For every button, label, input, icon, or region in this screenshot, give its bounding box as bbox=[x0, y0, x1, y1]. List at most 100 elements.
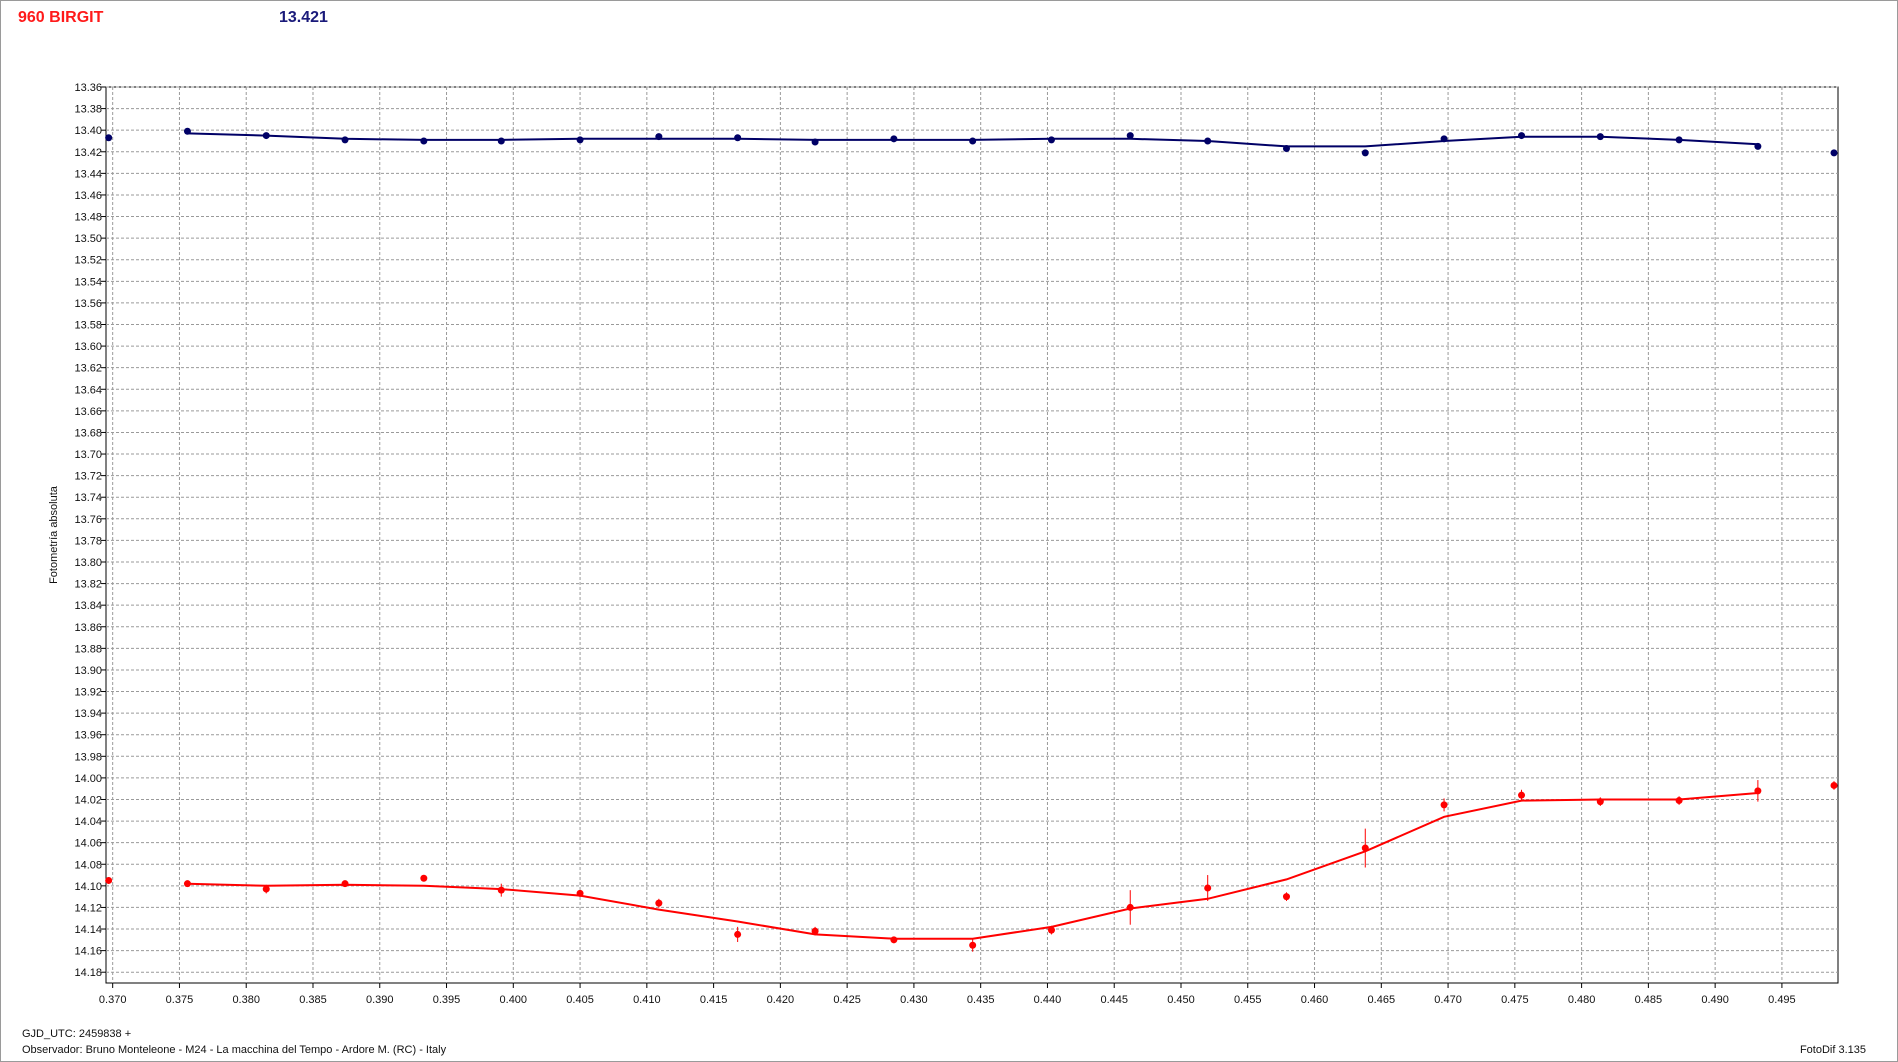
y-tick-label: 13.96 bbox=[74, 730, 102, 742]
data-point bbox=[1754, 142, 1762, 150]
x-tick-label: 0.435 bbox=[967, 994, 995, 1006]
x-tick-label: 0.395 bbox=[433, 994, 461, 1006]
data-point bbox=[1047, 136, 1055, 144]
x-tick-label: 0.485 bbox=[1635, 994, 1663, 1006]
data-point bbox=[420, 137, 428, 145]
data-point bbox=[262, 132, 270, 140]
data-point bbox=[1361, 149, 1369, 157]
data-point bbox=[1204, 137, 1212, 145]
x-tick-label: 0.455 bbox=[1234, 994, 1262, 1006]
x-tick-label: 0.420 bbox=[767, 994, 795, 1006]
y-tick-label: 13.88 bbox=[74, 643, 102, 655]
y-tick-label: 13.44 bbox=[74, 168, 102, 180]
y-tick-label: 13.82 bbox=[74, 579, 102, 591]
y-tick-label: 13.98 bbox=[74, 751, 102, 763]
y-tick-label: 13.86 bbox=[74, 622, 102, 634]
y-tick-label: 13.46 bbox=[74, 190, 102, 202]
y-tick-label: 13.36 bbox=[74, 82, 102, 94]
data-point bbox=[497, 137, 505, 145]
y-tick-label: 14.14 bbox=[74, 924, 102, 936]
y-tick-label: 13.40 bbox=[74, 125, 102, 137]
x-tick-label: 0.460 bbox=[1301, 994, 1329, 1006]
data-point bbox=[1204, 884, 1212, 892]
data-point bbox=[734, 930, 742, 938]
y-tick-label: 13.70 bbox=[74, 449, 102, 461]
y-tick-label: 13.64 bbox=[74, 384, 102, 396]
x-tick-label: 0.390 bbox=[366, 994, 394, 1006]
y-tick-label: 13.76 bbox=[74, 514, 102, 526]
x-tick-label: 0.400 bbox=[500, 994, 528, 1006]
data-point bbox=[1047, 926, 1055, 934]
x-tick-label: 0.375 bbox=[166, 994, 194, 1006]
x-tick-label: 0.495 bbox=[1768, 994, 1796, 1006]
data-point bbox=[1126, 132, 1134, 140]
y-tick-label: 14.18 bbox=[74, 967, 102, 979]
x-tick-label: 0.480 bbox=[1568, 994, 1596, 1006]
y-tick-label: 13.48 bbox=[74, 212, 102, 224]
data-point bbox=[969, 137, 977, 145]
data-point bbox=[890, 135, 898, 143]
y-tick-label: 13.58 bbox=[74, 319, 102, 331]
y-tick-label: 13.80 bbox=[74, 557, 102, 569]
data-point bbox=[1596, 798, 1604, 806]
y-tick-label: 14.06 bbox=[74, 838, 102, 850]
data-point bbox=[497, 886, 505, 894]
data-point bbox=[811, 927, 819, 935]
y-axis-ticks: 13.36 13.38 13.40 13.42 13.44 13.46 13.48 13.50… bbox=[74, 82, 106, 979]
x-tick-label: 0.470 bbox=[1434, 994, 1462, 1006]
y-tick-label: 13.68 bbox=[74, 427, 102, 439]
data-point bbox=[1754, 787, 1762, 795]
y-tick-label: 13.56 bbox=[74, 298, 102, 310]
y-tick-label: 13.92 bbox=[74, 687, 102, 699]
x-tick-label: 0.450 bbox=[1167, 994, 1195, 1006]
y-tick-label: 14.12 bbox=[74, 902, 102, 914]
data-point bbox=[1282, 893, 1290, 901]
y-tick-label: 14.02 bbox=[74, 794, 102, 806]
x-tick-label: 0.380 bbox=[232, 994, 260, 1006]
data-point bbox=[1361, 844, 1369, 852]
data-point bbox=[341, 136, 349, 144]
data-point bbox=[105, 876, 113, 884]
plot-area bbox=[105, 86, 1839, 984]
data-point bbox=[1518, 791, 1526, 799]
data-point bbox=[1675, 136, 1683, 144]
data-point bbox=[576, 889, 584, 897]
y-tick-label: 14.08 bbox=[74, 859, 102, 871]
x-tick-label: 0.490 bbox=[1701, 994, 1729, 1006]
y-tick-label: 13.54 bbox=[74, 276, 102, 288]
data-point bbox=[183, 880, 191, 888]
y-tick-label: 13.90 bbox=[74, 665, 102, 677]
x-tick-label: 0.385 bbox=[299, 994, 327, 1006]
data-point bbox=[1675, 797, 1683, 805]
x-tick-label: 0.370 bbox=[99, 994, 127, 1006]
lightcurve-chart: 0.370 0.375 0.380 0.385 0.390 0.395 0.400 0.405… bbox=[48, 82, 1839, 1006]
y-tick-label: 13.50 bbox=[74, 233, 102, 245]
software-version-label: FotoDif 3.135 bbox=[1799, 1044, 1866, 1056]
x-tick-label: 0.415 bbox=[700, 994, 728, 1006]
data-point bbox=[734, 134, 742, 142]
y-tick-label: 14.10 bbox=[74, 881, 102, 893]
data-point bbox=[262, 885, 270, 893]
y-tick-label: 14.00 bbox=[74, 773, 102, 785]
x-tick-label: 0.410 bbox=[633, 994, 661, 1006]
y-tick-label: 13.66 bbox=[74, 406, 102, 418]
data-point bbox=[890, 936, 898, 944]
y-axis-label: Fotometría absoluta bbox=[48, 485, 60, 584]
data-point bbox=[1440, 801, 1448, 809]
data-point bbox=[1830, 149, 1838, 157]
y-tick-label: 13.52 bbox=[74, 255, 102, 267]
data-point bbox=[183, 127, 191, 135]
data-point bbox=[1518, 132, 1526, 140]
y-tick-label: 13.72 bbox=[74, 471, 102, 483]
data-point bbox=[420, 874, 428, 882]
data-point bbox=[1830, 781, 1838, 789]
data-point bbox=[341, 880, 349, 888]
data-point bbox=[1126, 903, 1134, 911]
x-tick-label: 0.440 bbox=[1034, 994, 1062, 1006]
y-tick-label: 13.84 bbox=[74, 600, 102, 612]
data-point bbox=[1440, 135, 1448, 143]
data-point bbox=[655, 133, 663, 141]
data-point bbox=[1282, 145, 1290, 153]
y-tick-label: 13.74 bbox=[74, 492, 102, 504]
x-tick-label: 0.425 bbox=[833, 994, 861, 1006]
